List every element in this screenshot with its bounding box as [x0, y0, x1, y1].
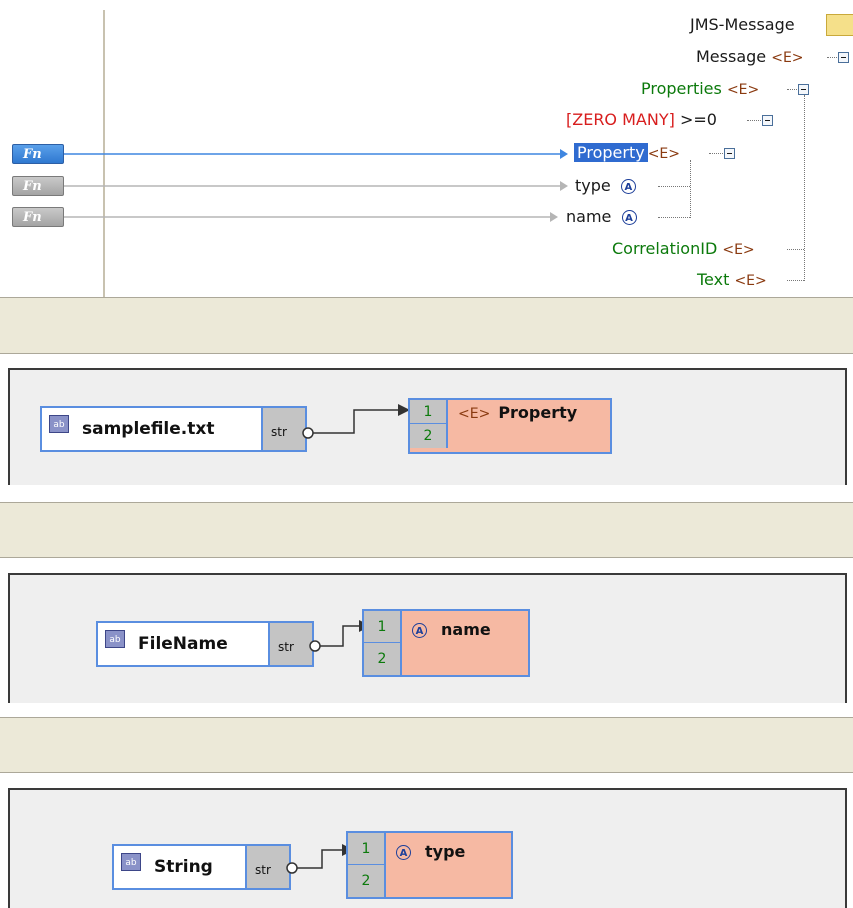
target-node-label: <E> Property — [458, 403, 578, 422]
tree-node-message[interactable]: Message <E> — [696, 47, 804, 68]
tree-node-name[interactable]: name A — [566, 207, 637, 227]
target-port-1[interactable]: 1 — [348, 833, 386, 865]
source-node-filename[interactable]: ab FileName str — [96, 621, 314, 667]
target-port-2[interactable]: 2 — [410, 424, 448, 448]
tree-node-correlation-id[interactable]: CorrelationID <E> — [612, 239, 755, 260]
element-icon: <E> — [722, 242, 755, 258]
attribute-icon: A — [396, 845, 411, 860]
element-icon: <E> — [734, 273, 767, 289]
mapping-arrow-property — [560, 149, 568, 159]
source-node-label: FileName — [138, 634, 228, 654]
string-type-icon: ab — [105, 630, 125, 648]
target-port-2[interactable]: 2 — [364, 643, 402, 675]
panel-header-band — [0, 502, 853, 558]
collapse-toggle-properties[interactable] — [798, 84, 809, 95]
panel-header-band — [0, 297, 853, 354]
tree-node-property[interactable]: Property <E> — [574, 143, 680, 164]
target-node-property[interactable]: 1 2 <E> Property — [408, 398, 612, 454]
target-node-type[interactable]: 1 2 Atype — [346, 831, 513, 899]
tree-node-jms-message[interactable]: JMS-Message — [690, 15, 795, 35]
target-port-1[interactable]: 1 — [364, 611, 402, 643]
mapping-arrow-name — [550, 212, 558, 222]
tree-node-text[interactable]: Text <E> — [697, 270, 767, 291]
target-node-label: Atype — [396, 842, 465, 861]
target-node-label: Aname — [412, 620, 491, 639]
target-port-1[interactable]: 1 — [410, 400, 448, 424]
target-port-2[interactable]: 2 — [348, 865, 386, 897]
tree-node-zero-many[interactable]: [ZERO MANY] >=0 — [566, 110, 717, 130]
connector-1 — [302, 404, 410, 439]
string-type-icon: ab — [121, 853, 141, 871]
source-node-label: String — [154, 857, 213, 877]
element-icon: <E> — [771, 50, 804, 66]
tree-node-properties[interactable]: Properties <E> — [641, 79, 759, 100]
target-node-name[interactable]: 1 2 Aname — [362, 609, 530, 677]
collapse-toggle-message[interactable] — [838, 52, 849, 63]
panel-header-band — [0, 717, 853, 773]
mapping-arrow-type — [560, 181, 568, 191]
folder-icon — [826, 14, 853, 36]
mapping-panel: Fn Fn Fn JMS-Message Message <E> Propert… — [0, 0, 853, 297]
tree-node-type[interactable]: type A — [575, 176, 636, 196]
element-icon: <E> — [458, 406, 491, 422]
string-type-icon: ab — [49, 415, 69, 433]
source-node-string[interactable]: ab String str — [112, 844, 291, 890]
attribute-icon: A — [412, 623, 427, 638]
collapse-toggle-zero-many[interactable] — [762, 115, 773, 126]
element-icon: <E> — [726, 82, 760, 98]
collapse-toggle-property[interactable] — [724, 148, 735, 159]
attribute-icon: A — [621, 210, 637, 225]
attribute-icon: A — [620, 179, 636, 194]
source-node-label: samplefile.txt — [82, 419, 215, 439]
element-icon: <E> — [647, 146, 681, 162]
source-node-samplefile[interactable]: ab samplefile.txt str — [40, 406, 307, 452]
